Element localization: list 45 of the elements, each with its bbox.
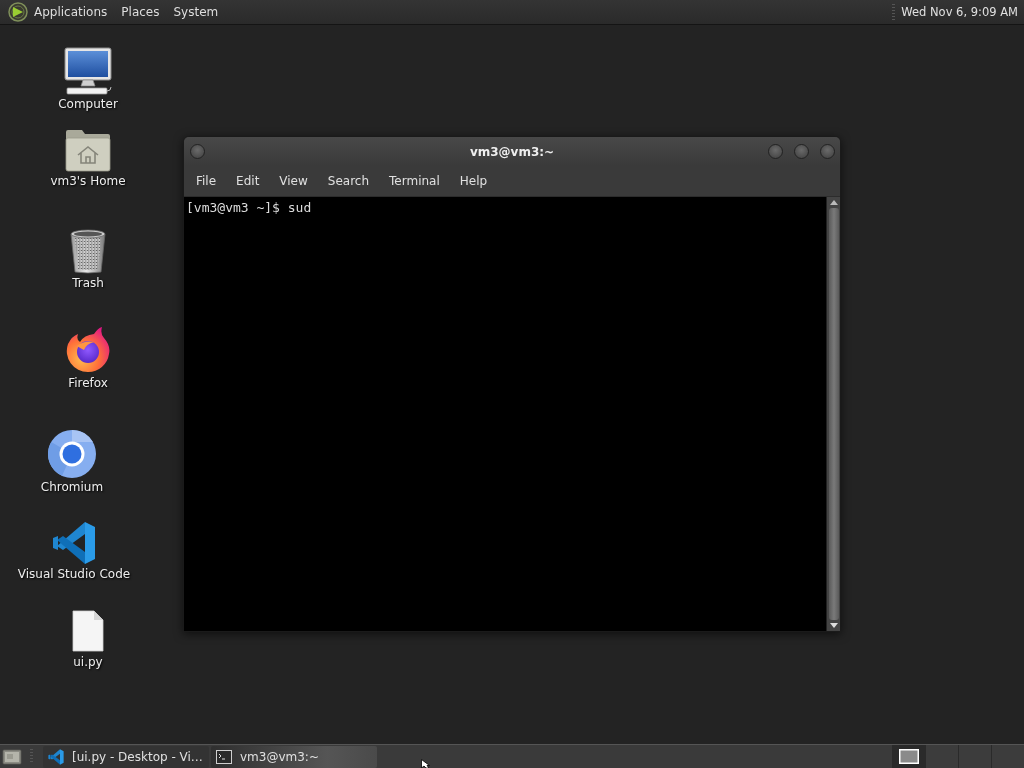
- menu-item[interactable]: Edit: [226, 170, 270, 192]
- terminal-icon: [216, 750, 232, 764]
- up-arrow-icon[interactable]: [829, 200, 838, 205]
- menu-item[interactable]: File: [186, 170, 227, 192]
- terminal-line: [vm3@vm3 ~]$ sud: [186, 200, 313, 215]
- flame-globe-icon[interactable]: [64, 326, 112, 374]
- workspace-button[interactable]: [892, 745, 925, 768]
- terminal-output[interactable]: [vm3@vm3 ~]$ sud: [184, 197, 826, 631]
- show-desktop-icon[interactable]: [2, 747, 22, 766]
- document-icon[interactable]: [71, 609, 105, 653]
- close-button[interactable]: [820, 144, 835, 159]
- menu-item[interactable]: View: [269, 170, 318, 192]
- panel-menu[interactable]: System: [166, 2, 226, 22]
- ribbon-logo-icon[interactable]: [52, 521, 96, 565]
- down-arrow-icon[interactable]: [829, 623, 838, 628]
- panel-menu[interactable]: Places: [114, 2, 167, 22]
- taskbar-button[interactable]: [ui.py - Desktop - Vi…: [43, 746, 209, 768]
- desktop-icon-label[interactable]: Trash: [72, 276, 104, 291]
- monitor-icon[interactable]: [64, 47, 112, 95]
- mouse-pointer-icon: [421, 759, 430, 768]
- panel-menu[interactable]: Applications: [28, 2, 115, 22]
- desktop-icon-label[interactable]: Chromium: [40, 480, 104, 495]
- clock[interactable]: Wed Nov 6, 9:09 AM: [901, 5, 1020, 19]
- play-circle-icon[interactable]: [8, 2, 28, 22]
- desktop-icon-label[interactable]: vm3's Home: [50, 174, 126, 189]
- window-title: vm3@vm3:~: [469, 144, 555, 159]
- maximize-button[interactable]: [794, 144, 809, 159]
- menu-item[interactable]: Terminal: [379, 170, 450, 192]
- menu-item[interactable]: Search: [317, 170, 380, 192]
- trash-can-icon[interactable]: [68, 228, 108, 274]
- scrollbar-thumb[interactable]: [828, 208, 839, 620]
- home-folder-icon[interactable]: [64, 128, 112, 172]
- title-bar[interactable]: vm3@vm3:~: [184, 137, 840, 166]
- window-menu-button[interactable]: [190, 144, 205, 159]
- scrollbar[interactable]: [826, 197, 840, 631]
- ring-icon[interactable]: [48, 430, 96, 478]
- desktop-icon-label[interactable]: ui.py: [73, 655, 103, 670]
- desktop-icon-label[interactable]: Visual Studio Code: [17, 567, 131, 582]
- desktop-icon-label[interactable]: Computer: [58, 97, 118, 112]
- ribbon-logo-icon: [48, 749, 64, 765]
- desktop-icon-label[interactable]: Firefox: [68, 376, 108, 391]
- panel-handle[interactable]: [892, 4, 896, 20]
- menu-item[interactable]: Help: [449, 170, 498, 192]
- minimize-button[interactable]: [768, 144, 783, 159]
- taskbar-button[interactable]: vm3@vm3:~: [211, 746, 377, 768]
